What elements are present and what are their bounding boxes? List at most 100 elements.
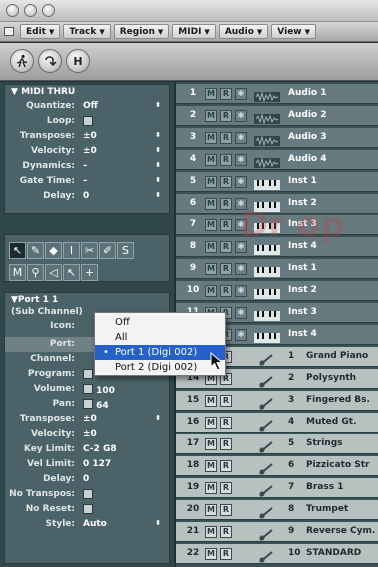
record-button[interactable]: R [220, 219, 232, 232]
port-option-port2[interactable]: Port 2 (Digi 002) [95, 360, 225, 375]
pencil-tool-icon[interactable]: ✎ [27, 242, 44, 259]
record-button[interactable]: R [220, 88, 232, 100]
freeze-button[interactable]: ✱ [235, 241, 247, 254]
volume-value[interactable]: 100 [96, 386, 115, 396]
no-transpose-checkbox[interactable] [83, 489, 93, 499]
no-reset-checkbox[interactable] [83, 504, 93, 514]
record-button[interactable]: R [220, 109, 232, 122]
track-row[interactable]: 6 M R ✱ Inst 2 [176, 193, 378, 214]
port-option-off[interactable]: Off [95, 315, 225, 330]
record-button[interactable]: R [220, 285, 232, 298]
track-row[interactable]: 1 M R ✱ Audio 1 [176, 84, 378, 104]
port-option-all[interactable]: All [95, 330, 225, 345]
track-row[interactable]: 5 M R ✱ Inst 1 [176, 171, 378, 192]
mute-tool-icon[interactable]: M [9, 264, 26, 281]
pointer-tool-icon[interactable]: ↖ [9, 242, 26, 259]
menu-edit[interactable]: Edit ▼ [20, 24, 61, 39]
record-button[interactable]: R [220, 131, 232, 144]
menu-midi[interactable]: MIDI ▼ [172, 24, 216, 39]
track-row[interactable]: 17 M R 5 Strings [176, 434, 378, 455]
close-window-button[interactable] [6, 4, 19, 17]
velocity-value[interactable]: ±0 [83, 429, 97, 439]
velocity-row[interactable]: Velocity: ±0 ⬍ [5, 144, 169, 159]
eraser-tool-icon[interactable]: ◆ [45, 242, 62, 259]
crossfade-tool-icon[interactable]: ◁ [45, 264, 62, 281]
key-limit-value[interactable]: C-2 G8 [83, 444, 117, 454]
pan-value[interactable]: 64 [96, 401, 109, 411]
track-row[interactable]: 4 M R ✱ Audio 4 [176, 149, 378, 170]
automation-tool-icon[interactable]: ↖ [63, 264, 80, 281]
pan-checkbox[interactable] [83, 399, 93, 409]
menu-region[interactable]: Region ▼ [113, 24, 170, 39]
mute-button[interactable]: M [205, 88, 217, 100]
volume-checkbox[interactable] [83, 384, 93, 394]
menu-track[interactable]: Track ▼ [63, 24, 111, 39]
freeze-button[interactable]: ✱ [235, 328, 247, 341]
mute-button[interactable]: M [205, 482, 217, 495]
delay-value[interactable]: 0 [83, 191, 89, 201]
mute-button[interactable]: M [205, 547, 217, 560]
freeze-button[interactable]: ✱ [235, 175, 247, 188]
freeze-button[interactable]: ✱ [235, 263, 247, 276]
stepper-icon[interactable]: ⬍ [155, 414, 161, 422]
mute-button[interactable]: M [205, 131, 217, 144]
gate-time-row[interactable]: Gate Time: – ⬍ [5, 174, 169, 189]
scissors-tool-icon[interactable]: ✂ [81, 242, 98, 259]
record-button[interactable]: R [220, 197, 232, 210]
mute-button[interactable]: M [205, 438, 217, 451]
zoom-tool-icon[interactable]: ⚲ [27, 264, 44, 281]
inspector-toggle[interactable] [4, 27, 14, 36]
track-row[interactable]: 22 M R 10 STANDARD [176, 543, 378, 564]
solo-tool-icon[interactable]: S [117, 242, 134, 259]
track-row[interactable]: 9 M R ✱ Inst 1 [176, 259, 378, 280]
track-row[interactable]: 16 M R 4 Muted Gt. [176, 412, 378, 433]
key-limit-row[interactable]: Key Limit: C-2 G8 [5, 442, 169, 457]
mute-button[interactable]: M [205, 197, 217, 210]
delay-row[interactable]: Delay: 0 ⬍ [5, 189, 169, 204]
minimize-window-button[interactable] [24, 4, 37, 17]
freeze-button[interactable]: ✱ [235, 307, 247, 319]
track-row[interactable]: 15 M R 3 Fingered Bs. [176, 390, 378, 411]
rewind-button[interactable] [38, 49, 62, 73]
track-row[interactable]: 8 M R ✱ Inst 4 [176, 237, 378, 258]
stepper-icon[interactable]: ⬍ [155, 519, 161, 527]
dynamics-value[interactable]: – [83, 161, 88, 171]
stepper-icon[interactable]: ⬍ [155, 191, 161, 199]
mute-button[interactable]: M [205, 285, 217, 298]
mute-button[interactable]: M [205, 504, 217, 517]
mute-button[interactable]: M [205, 241, 217, 254]
vel-limit-value[interactable]: 0 127 [83, 459, 111, 469]
program-checkbox[interactable] [83, 369, 93, 379]
menu-audio[interactable]: Audio ▼ [218, 24, 269, 39]
delay-value[interactable]: 0 [83, 474, 89, 484]
mute-button[interactable]: M [205, 416, 217, 429]
mute-button[interactable]: M [205, 175, 217, 188]
port-panel-title[interactable]: ▼Port 1 1 [5, 293, 169, 307]
track-row[interactable]: 10 M R ✱ Inst 2 [176, 281, 378, 302]
stepper-icon[interactable]: ⬍ [155, 131, 161, 139]
record-button[interactable]: R [220, 263, 232, 276]
record-button[interactable]: R [220, 153, 232, 166]
port-option-port1[interactable]: • Port 1 (Digi 002) [95, 345, 225, 360]
freeze-button[interactable]: ✱ [235, 131, 247, 144]
mute-button[interactable]: M [205, 263, 217, 276]
record-button[interactable]: R [220, 175, 232, 188]
track-row[interactable]: 21 M R 9 Reverse Cym. [176, 522, 378, 542]
record-button[interactable]: R [220, 438, 232, 451]
midi-thru-title[interactable]: ▼ MIDI THRU [5, 85, 169, 99]
mute-button[interactable]: M [205, 460, 217, 473]
quantize-row[interactable]: Quantize: Off ⬍ [5, 99, 169, 114]
style-value[interactable]: Auto [83, 519, 107, 529]
mute-button[interactable]: M [205, 153, 217, 166]
velocity-value[interactable]: ±0 [83, 146, 97, 156]
stepper-icon[interactable]: ⬍ [155, 101, 161, 109]
mute-button[interactable]: M [205, 109, 217, 122]
h-button[interactable]: H [66, 49, 90, 73]
transpose-row[interactable]: Transpose: ±0 ⬍ [5, 129, 169, 144]
freeze-button[interactable]: ✱ [235, 285, 247, 298]
track-row[interactable]: 20 M R 8 Trumpet [176, 500, 378, 521]
mute-button[interactable]: M [205, 526, 217, 538]
record-button[interactable]: R [220, 460, 232, 473]
track-row[interactable]: 3 M R ✱ Audio 3 [176, 127, 378, 148]
style-row[interactable]: Style: Auto ⬍ [5, 517, 169, 532]
